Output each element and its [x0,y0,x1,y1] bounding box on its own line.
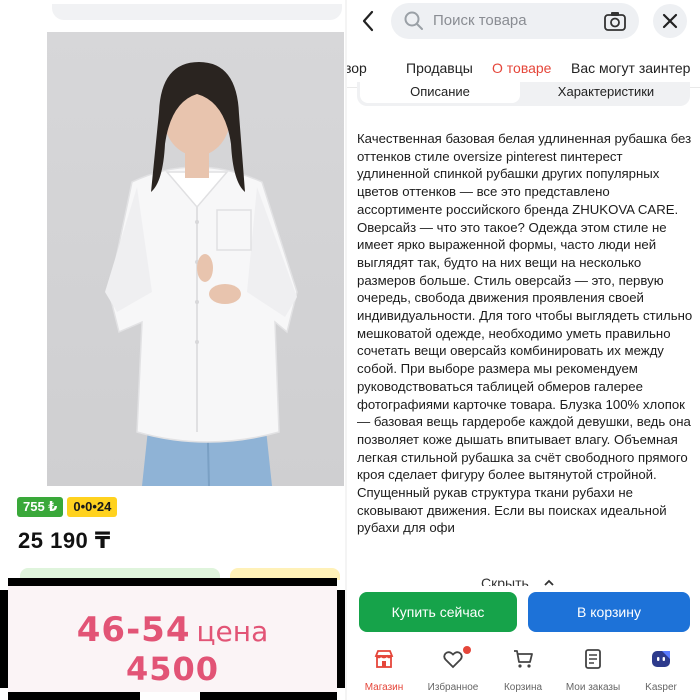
nav-shop[interactable]: Магазин [349,648,419,693]
promo-price-value: 4500 [125,650,220,688]
nav-cart[interactable]: Корзина [488,648,558,693]
promo-notch [140,692,200,700]
chevron-left-icon[interactable] [357,8,381,34]
nav-favorites[interactable]: Избранное [418,646,488,693]
segment-specs[interactable]: Характеристики [525,82,687,103]
shop-icon [374,650,394,668]
product-gallery-panel: 755 ₺ 0•0•24 25 190 ₸ 46-54 цена 4500 [0,0,347,700]
heart-icon [443,651,463,669]
header-bar: Поиск товара [347,0,700,44]
segment-description[interactable]: Описание [360,82,520,103]
bottom-navigation: Магазин Избранное Корзина Мои заказы Kas… [347,646,700,700]
nav-favorites-label: Избранное [427,682,479,693]
search-placeholder[interactable]: Поиск товара [433,12,527,29]
nav-kasper[interactable]: Kasper [626,648,696,693]
product-photo-illustration [105,62,298,486]
tab-may-interest[interactable]: Вас могут заинтер [571,60,690,76]
favorites-notification-dot [463,646,471,654]
promo-card: 46-54 цена 4500 [8,586,337,692]
nav-orders-label: Мои заказы [565,682,621,693]
promo-sizes: 46-54 [76,610,191,650]
assistant-icon [652,651,670,667]
nav-shop-label: Магазин [364,682,404,693]
promo-overlay: 46-54 цена 4500 [0,572,347,700]
tab-sellers[interactable]: Продавцы [406,60,473,76]
promo-price-word: цена [196,615,269,648]
add-to-cart-button[interactable]: В корзину [528,592,690,632]
nav-kasper-label: Kasper [645,682,677,693]
orders-icon [585,649,601,669]
close-icon[interactable] [653,4,687,38]
product-description: Качественная базовая белая удлиненная ру… [357,131,693,536]
product-details-panel: Поиск товара зор Продавцы О товаре Вас м… [347,0,700,700]
top-card-edge [52,4,342,20]
tab-overview[interactable]: зор [347,60,367,76]
installment-badge: 0•0•24 [67,497,118,517]
search-bar[interactable]: Поиск товара [391,3,639,39]
buy-now-button[interactable]: Купить сейчас [359,592,517,632]
bottom-action-bar: Купить сейчас В корзину Магазин Избранно… [347,586,700,700]
camera-icon[interactable] [603,10,627,32]
product-photo[interactable] [47,32,344,486]
tab-about-product[interactable]: О товаре [492,60,551,76]
cart-icon [514,650,533,668]
bonus-badge: 755 ₺ [17,497,64,517]
nav-orders[interactable]: Мои заказы [558,648,628,693]
info-segment-control: Описание Характеристики [357,82,690,106]
product-price: 25 190 ₸ [18,528,111,553]
search-icon [404,11,423,30]
promo-line-sizes: 46-54 цена [8,610,337,650]
badges-row: 755 ₺ 0•0•24 [17,497,118,517]
nav-cart-label: Корзина [503,682,543,693]
